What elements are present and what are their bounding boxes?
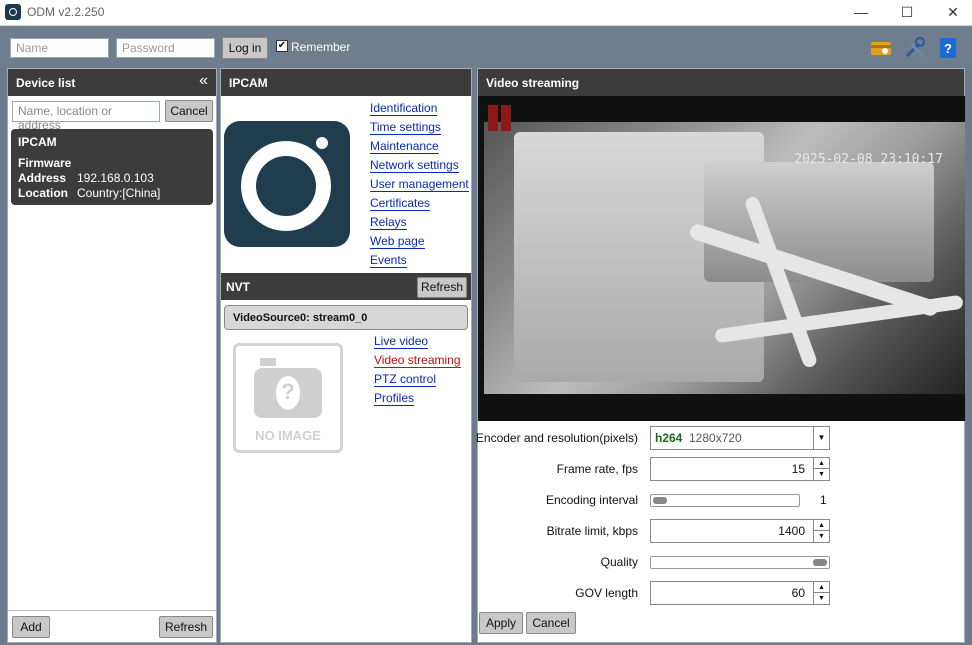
login-toolbar: Name Password Log in ✔ Remember ? (0, 26, 972, 68)
location-label: Location (18, 186, 68, 200)
video-preview[interactable]: 2025-02-08 23:10:17 (478, 96, 965, 421)
svg-text:?: ? (944, 41, 952, 56)
device-search-cancel-button[interactable]: Cancel (165, 100, 213, 122)
encoder-resolution: 1280x720 (689, 431, 742, 445)
bitrate-value: 1400 (778, 524, 805, 538)
device-list-title: Device list (16, 76, 76, 90)
encoder-select[interactable]: h264 1280x720 ▼ (650, 426, 830, 450)
maximize-button[interactable]: ☐ (884, 0, 930, 26)
menu-link-relays[interactable]: Relays (370, 215, 407, 230)
window-title: ODM v2.2.250 (27, 5, 105, 19)
add-device-button[interactable]: Add (12, 616, 50, 638)
source-link-live-video[interactable]: Live video (374, 334, 429, 349)
card-settings-icon[interactable] (870, 37, 892, 59)
ipcam-panel: IPCAM Identification Time settings Mainten… (220, 68, 472, 643)
menu-link-web-page[interactable]: Web page (370, 234, 425, 249)
frame-rate-stepper[interactable]: 15 ▲ ▼ (650, 457, 830, 481)
device-card[interactable]: IPCAM Firmware Address 192.168.0.103 Loc… (11, 129, 213, 205)
encoding-interval-value: 1 (820, 493, 827, 507)
video-streaming-header: Video streaming (478, 69, 964, 96)
video-streaming-panel: Video streaming 2025-02-08 23:10:17 Enco… (475, 68, 965, 643)
firmware-label: Firmware (18, 156, 72, 170)
source-link-profiles[interactable]: Profiles (374, 391, 415, 406)
quality-slider[interactable] (650, 556, 830, 569)
quality-label: Quality (600, 555, 638, 569)
menu-link-maintenance[interactable]: Maintenance (370, 139, 439, 154)
gov-length-value: 60 (791, 586, 805, 600)
name-input[interactable]: Name (10, 38, 109, 58)
divider (8, 610, 216, 611)
menu-link-time-settings[interactable]: Time settings (370, 120, 441, 135)
remember-label: Remember (291, 40, 351, 54)
bitrate-label: Bitrate limit, kbps (546, 524, 638, 538)
remember-checkbox[interactable]: ✔ (276, 40, 288, 52)
encoding-interval-label: Encoding interval (545, 493, 638, 507)
camera-logo-icon (224, 121, 350, 247)
title-bar: ODM v2.2.250 — ☐ ✕ (0, 0, 972, 26)
frame-rate-value: 15 (791, 462, 805, 476)
nvt-title: NVT (226, 280, 250, 294)
bitrate-stepper[interactable]: 1400 ▲ ▼ (650, 519, 830, 543)
apply-button[interactable]: Apply (479, 612, 523, 634)
encoding-interval-slider[interactable] (650, 494, 800, 507)
login-button[interactable]: Log in (222, 37, 268, 59)
no-image-text: NO IMAGE (255, 428, 321, 443)
menu-link-identification[interactable]: Identification (370, 101, 438, 116)
collapse-icon[interactable]: « (199, 72, 208, 90)
refresh-devices-button[interactable]: Refresh (159, 616, 213, 638)
frame-rate-label: Frame rate, fps (556, 462, 638, 476)
close-button[interactable]: ✕ (930, 0, 972, 26)
gov-length-spinner[interactable]: ▲ ▼ (813, 582, 829, 604)
minimize-button[interactable]: — (838, 0, 884, 26)
menu-link-events[interactable]: Events (370, 253, 407, 268)
video-source-selector[interactable]: VideoSource0: stream0_0 (224, 305, 468, 330)
chevron-down-icon[interactable]: ▼ (813, 427, 829, 449)
location-value: Country:[China] (77, 186, 161, 200)
menu-link-certificates[interactable]: Certificates (370, 196, 431, 211)
source-link-video-streaming[interactable]: Video streaming (374, 353, 461, 368)
encoder-label: Encoder and resolution(pixels) (475, 431, 638, 445)
device-search-input[interactable]: Name, location or address (12, 101, 160, 132)
address-value: 192.168.0.103 (77, 171, 154, 185)
video-timestamp: 2025-02-08 23:10:17 (794, 152, 943, 167)
nvt-refresh-button[interactable]: Refresh (417, 277, 467, 298)
help-icon[interactable]: ? (938, 37, 960, 59)
encoder-codec: h264 (655, 431, 683, 445)
menu-link-network-settings[interactable]: Network settings (370, 158, 459, 173)
device-name: IPCAM (18, 135, 57, 149)
pause-icon-bar[interactable] (501, 105, 511, 131)
frame-rate-spinner[interactable]: ▲ ▼ (813, 458, 829, 480)
menu-link-user-management[interactable]: User management (370, 177, 469, 192)
encoding-interval-thumb[interactable] (653, 497, 667, 504)
password-input[interactable]: Password (116, 38, 215, 58)
no-image-placeholder: ? NO IMAGE (233, 343, 343, 453)
gov-length-label: GOV length (575, 586, 638, 600)
cancel-button[interactable]: Cancel (526, 612, 576, 634)
app-logo-icon (5, 4, 21, 20)
gov-length-stepper[interactable]: 60 ▲ ▼ (650, 581, 830, 605)
device-list-panel: Device list « Name, location or address … (7, 68, 217, 643)
source-link-ptz-control[interactable]: PTZ control (374, 372, 437, 387)
quality-thumb[interactable] (813, 559, 827, 566)
device-list-header: Device list « (8, 69, 216, 96)
address-label: Address (18, 171, 67, 185)
pause-icon[interactable] (488, 105, 498, 131)
ipcam-header: IPCAM (221, 69, 471, 96)
bitrate-spinner[interactable]: ▲ ▼ (813, 520, 829, 542)
tools-icon[interactable] (904, 37, 926, 59)
